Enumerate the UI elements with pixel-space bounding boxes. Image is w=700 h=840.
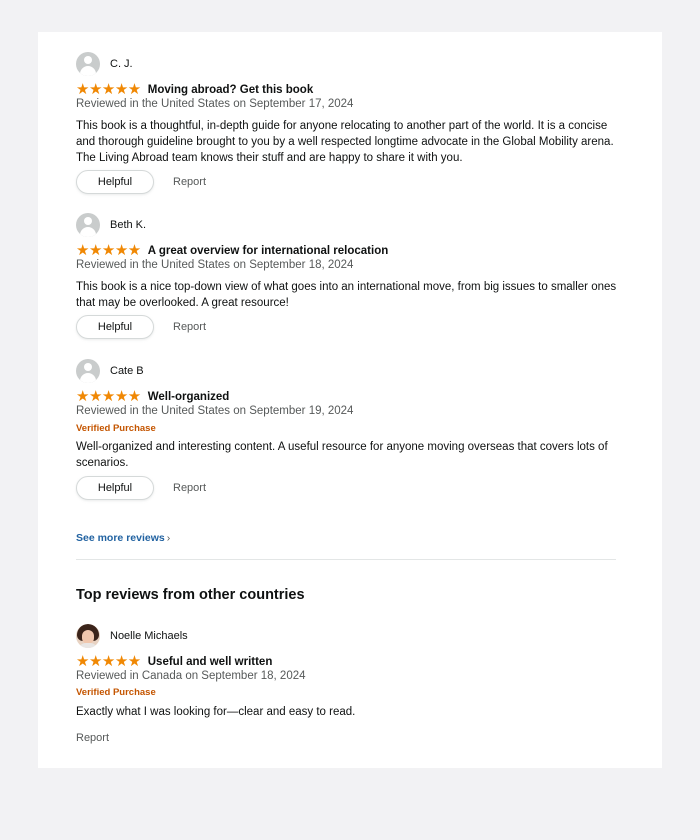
avatar-photo <box>76 624 100 648</box>
see-more-label: See more reviews <box>76 532 165 544</box>
review-actions: Helpful Report <box>76 476 206 500</box>
review-title[interactable]: Useful and well written <box>148 656 273 668</box>
review-title[interactable]: Well-organized <box>148 391 230 403</box>
star-rating-icon[interactable]: ★★★★★ <box>76 243 141 258</box>
helpful-button[interactable]: Helpful <box>76 170 154 194</box>
report-link[interactable]: Report <box>173 321 206 333</box>
avatar-icon <box>76 213 100 237</box>
review-title[interactable]: Moving abroad? Get this book <box>148 84 313 96</box>
review-body: This book is a thoughtful, in-depth guid… <box>76 120 614 164</box>
helpful-button[interactable]: Helpful <box>76 315 154 339</box>
verified-purchase-badge: Verified Purchase <box>76 423 156 434</box>
review-body: Well-organized and interesting content. … <box>76 441 608 469</box>
see-more-reviews-link[interactable]: See more reviews › <box>76 532 170 544</box>
reviewer-name: Cate B <box>110 365 144 377</box>
review-body: This book is a nice top-down view of wha… <box>76 281 617 309</box>
review-title-row: ★★★★★ Useful and well written <box>76 654 272 670</box>
star-rating-icon[interactable]: ★★★★★ <box>76 389 141 404</box>
review-actions: Report <box>76 726 109 750</box>
section-title-other-countries: Top reviews from other countries <box>76 587 305 603</box>
review-date: Reviewed in the United States on Septemb… <box>76 98 354 110</box>
review-actions: Helpful Report <box>76 315 206 339</box>
report-link[interactable]: Report <box>173 176 206 188</box>
report-link[interactable]: Report <box>173 482 206 494</box>
review-title[interactable]: A great overview for international reloc… <box>148 245 389 257</box>
star-rating-icon[interactable]: ★★★★★ <box>76 654 141 669</box>
review-body: Exactly what I was looking for—clear and… <box>76 706 356 718</box>
review-date: Reviewed in the United States on Septemb… <box>76 405 354 417</box>
section-divider <box>76 559 616 560</box>
reviewer-profile[interactable]: Noelle Michaels <box>76 624 188 648</box>
reviewer-profile[interactable]: Cate B <box>76 359 144 383</box>
reviewer-name: Beth K. <box>110 219 147 231</box>
reviewer-name: Noelle Michaels <box>110 630 188 642</box>
review-title-row: ★★★★★ Moving abroad? Get this book <box>76 82 313 98</box>
reviews-panel: C. J. ★★★★★ Moving abroad? Get this book… <box>38 32 662 768</box>
review-actions: Helpful Report <box>76 170 206 194</box>
reviewer-profile[interactable]: Beth K. <box>76 213 146 237</box>
chevron-right-icon: › <box>166 532 171 544</box>
report-link[interactable]: Report <box>76 732 109 744</box>
reviewer-name: C. J. <box>110 58 133 70</box>
review-date: Reviewed in Canada on September 18, 2024 <box>76 670 306 682</box>
avatar-icon <box>76 359 100 383</box>
review-title-row: ★★★★★ Well-organized <box>76 389 229 405</box>
reviewer-profile[interactable]: C. J. <box>76 52 133 76</box>
avatar-icon <box>76 52 100 76</box>
review-title-row: ★★★★★ A great overview for international… <box>76 243 388 259</box>
helpful-button[interactable]: Helpful <box>76 476 154 500</box>
review-date: Reviewed in the United States on Septemb… <box>76 259 354 271</box>
star-rating-icon[interactable]: ★★★★★ <box>76 82 141 97</box>
verified-purchase-badge: Verified Purchase <box>76 687 156 698</box>
